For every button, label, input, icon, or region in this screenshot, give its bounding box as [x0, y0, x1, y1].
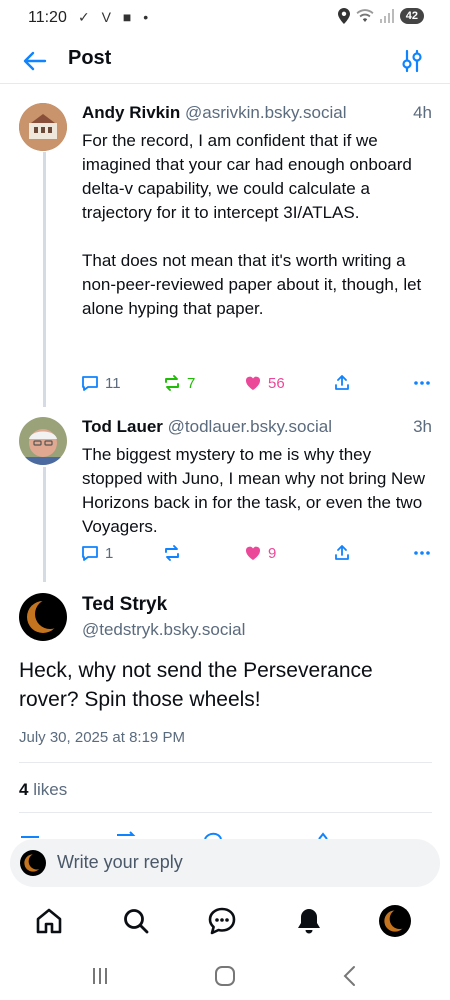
home-circle-icon [215, 966, 235, 986]
recent-apps-icon [93, 968, 107, 984]
home-icon [36, 908, 62, 934]
avatar[interactable] [19, 417, 67, 465]
author-name[interactable]: Ted Stryk [82, 594, 167, 616]
share-button[interactable] [332, 373, 352, 393]
post-time: 4h [413, 103, 432, 122]
status-notification-icons: ✓ V ■ • [78, 9, 153, 25]
reply-button[interactable]: 1 [80, 543, 113, 563]
heart-icon [245, 376, 261, 390]
bottom-nav [0, 894, 450, 950]
post-text: Heck, why not send the Perseverance rove… [19, 659, 373, 711]
post-actions: 11 7 56 [80, 373, 432, 397]
author-handle[interactable]: @tedstryk.bsky.social [82, 620, 245, 640]
page-title: Post [68, 47, 112, 69]
repost-icon [165, 375, 179, 391]
reply-count: 11 [105, 374, 121, 392]
reply-input[interactable]: Write your reply [10, 839, 440, 887]
like-count: 56 [268, 374, 285, 392]
author-handle[interactable]: @todlauer.bsky.social [168, 417, 332, 436]
reply-icon [82, 376, 98, 391]
like-count: 9 [268, 544, 277, 562]
more-icon [414, 551, 430, 555]
likes-count: 4 [19, 780, 29, 799]
profile-avatar [379, 905, 411, 937]
repost-count: 7 [187, 374, 196, 392]
like-button[interactable]: 9 [243, 543, 276, 563]
more-button[interactable] [412, 543, 432, 563]
reply-icon [82, 546, 98, 561]
likes-label: likes [33, 780, 68, 799]
nav-profile[interactable] [379, 905, 411, 937]
nav-chat[interactable] [206, 905, 238, 937]
share-icon [335, 545, 349, 560]
back-button[interactable] [20, 46, 50, 76]
thread-line [43, 152, 46, 407]
reply-count: 1 [105, 544, 114, 562]
system-navigation [0, 952, 450, 1000]
author-name[interactable]: Andy Rivkin [82, 103, 180, 122]
author-line: Tod Lauer @todlauer.bsky.social [82, 417, 432, 437]
author-name[interactable]: Tod Lauer [82, 417, 163, 436]
avatar[interactable] [19, 593, 67, 641]
more-button[interactable] [412, 373, 432, 393]
author-handle[interactable]: @asrivkin.bsky.social [185, 103, 346, 122]
sliders-icon [402, 49, 422, 73]
chat-icon [208, 907, 236, 935]
battery-level: 42 [399, 8, 424, 24]
post-time: 3h [413, 417, 432, 436]
post-text: For the record, I am confident that if w… [82, 131, 422, 318]
repost-icon [165, 545, 179, 561]
repost-button[interactable]: 7 [162, 373, 195, 393]
home-system-button[interactable] [211, 962, 239, 990]
likes-link[interactable]: 4 likes [19, 780, 67, 800]
signal-icon [379, 9, 394, 23]
post-text: The biggest mystery to me is why they st… [82, 445, 426, 536]
arrow-left-icon [23, 51, 47, 71]
reply-button[interactable]: 11 [80, 373, 121, 393]
heart-icon [245, 546, 261, 560]
post-actions: 1 9 [80, 543, 432, 567]
location-icon [337, 8, 350, 24]
nav-notifications[interactable] [293, 905, 325, 937]
author-line: Andy Rivkin @asrivkin.bsky.social [82, 103, 432, 123]
repost-button[interactable] [162, 543, 187, 563]
chevron-left-icon [343, 966, 355, 986]
more-icon [414, 381, 430, 385]
divider [19, 812, 432, 813]
status-time: 11:20 [28, 9, 67, 26]
post-header: Post [0, 38, 450, 84]
nav-search[interactable] [120, 905, 152, 937]
share-button[interactable] [332, 543, 352, 563]
wifi-icon [356, 9, 374, 22]
like-button[interactable]: 56 [243, 373, 285, 393]
avatar[interactable] [19, 103, 67, 151]
divider [19, 762, 432, 763]
status-bar: 11:20 ✓ V ■ • 42 [0, 0, 450, 38]
reply-placeholder: Write your reply [57, 852, 183, 872]
bell-icon [298, 909, 320, 934]
recent-apps-button[interactable] [86, 962, 114, 990]
thread-line [43, 467, 46, 582]
back-system-button[interactable] [336, 962, 364, 990]
search-icon [124, 909, 149, 934]
avatar [20, 850, 46, 876]
thread-settings-button[interactable] [398, 47, 426, 75]
share-icon [335, 375, 349, 390]
post-date: July 30, 2025 at 8:19 PM [19, 729, 185, 746]
status-right-icons: 42 [337, 8, 424, 24]
nav-home[interactable] [33, 905, 65, 937]
